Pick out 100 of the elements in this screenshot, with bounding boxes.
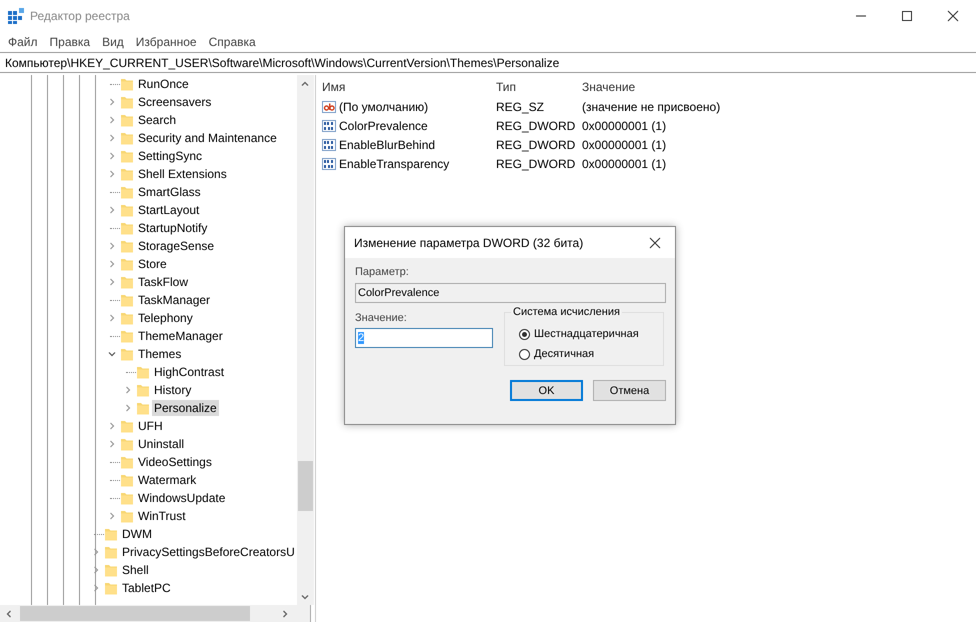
- expand-icon[interactable]: [108, 422, 116, 430]
- folder-icon: [136, 400, 150, 416]
- collapse-icon[interactable]: [108, 350, 116, 358]
- folder-icon: [120, 112, 134, 128]
- tree-item[interactable]: TaskManager: [136, 292, 212, 308]
- scroll-up-icon[interactable]: [301, 80, 310, 88]
- radio-label[interactable]: Десятичная: [534, 348, 594, 360]
- folder-icon: [136, 364, 150, 380]
- folder-icon: [120, 202, 134, 218]
- binary-value-icon: [322, 118, 336, 132]
- folder-icon: [120, 436, 134, 452]
- folder-icon: [104, 580, 118, 596]
- value-type: REG_DWORD: [496, 118, 576, 132]
- folder-icon: [120, 418, 134, 434]
- tree-item[interactable]: History: [152, 382, 194, 398]
- expand-icon[interactable]: [108, 314, 116, 322]
- value-data: 0x00000001 (1): [582, 138, 668, 152]
- horizontal-scrollbar[interactable]: [0, 605, 310, 622]
- menu-item[interactable]: Правка: [44, 35, 96, 49]
- dialog-title: Изменение параметра DWORD (32 бита): [354, 236, 584, 250]
- folder-icon: [120, 184, 134, 200]
- string-value-icon: [322, 100, 336, 114]
- scrollbar-thumb[interactable]: [20, 606, 250, 621]
- menu-item[interactable]: Файл: [2, 35, 44, 49]
- field-label: Параметр:: [355, 266, 410, 278]
- folder-icon: [120, 508, 134, 524]
- group-title: Система исчисления: [511, 306, 622, 318]
- folder-icon: [120, 310, 134, 326]
- close-icon: [947, 10, 959, 22]
- value-data: 0x00000001 (1): [582, 118, 668, 132]
- window-title: Редактор реестра: [30, 9, 131, 23]
- tree-item[interactable]: ThemeManager: [136, 328, 225, 344]
- folder-icon: [104, 562, 118, 578]
- value-data: (значение не присвоено): [582, 100, 722, 114]
- tree-item[interactable]: Security and Maintenance: [136, 130, 279, 146]
- menu-item[interactable]: Справка: [202, 35, 262, 49]
- folder-icon: [136, 382, 150, 398]
- field-label: Значение:: [355, 312, 408, 324]
- expand-icon[interactable]: [92, 584, 100, 592]
- expand-icon[interactable]: [108, 242, 116, 250]
- expand-icon[interactable]: [108, 116, 116, 124]
- expand-icon[interactable]: [108, 260, 116, 268]
- ok-button[interactable]: OK: [510, 380, 583, 401]
- folder-icon: [120, 274, 134, 290]
- folder-icon: [120, 256, 134, 272]
- maximize-icon: [901, 10, 913, 22]
- value-name[interactable]: ColorPrevalence: [339, 118, 428, 132]
- folder-icon: [120, 292, 134, 308]
- tree-item[interactable]: Telephony: [136, 310, 195, 326]
- expand-icon[interactable]: [108, 98, 116, 106]
- expand-icon[interactable]: [108, 152, 116, 160]
- menu-item[interactable]: Избранное: [130, 35, 203, 49]
- column-header[interactable]: Тип: [496, 80, 582, 94]
- value-type: REG_DWORD: [496, 156, 576, 170]
- expand-icon[interactable]: [92, 548, 100, 556]
- vertical-scrollbar[interactable]: [296, 75, 314, 605]
- menu-item[interactable]: Вид: [96, 35, 130, 49]
- radio-label[interactable]: Шестнадцатеричная: [534, 328, 639, 340]
- expand-icon[interactable]: [108, 206, 116, 214]
- value-data: 0x00000001 (1): [582, 156, 668, 170]
- expand-icon[interactable]: [108, 440, 116, 448]
- address-bar[interactable]: Компьютер\HKEY_CURRENT_USER\Software\Microsoft\Windows\CurrentVersion\Themes\Personalize: [0, 52, 976, 73]
- column-header[interactable]: Имя: [316, 80, 496, 94]
- expand-icon[interactable]: [124, 386, 132, 394]
- folder-icon: [104, 544, 118, 560]
- tree-item[interactable]: WindowsUpdate: [136, 490, 228, 506]
- value-type: REG_DWORD: [496, 138, 576, 152]
- cancel-button[interactable]: Отмена: [593, 380, 666, 401]
- expand-icon[interactable]: [108, 134, 116, 142]
- expand-icon[interactable]: [108, 278, 116, 286]
- tree-item[interactable]: VideoSettings: [136, 454, 214, 470]
- tree-item[interactable]: PrivacySettingsBeforeCreatorsU: [120, 544, 297, 560]
- radio-button[interactable]: [519, 348, 530, 360]
- tree-item[interactable]: Personalize: [152, 400, 219, 416]
- expand-icon[interactable]: [92, 566, 100, 574]
- folder-icon: [120, 490, 134, 506]
- folder-icon: [120, 346, 134, 362]
- folder-icon: [120, 94, 134, 110]
- value-name[interactable]: EnableBlurBehind: [339, 138, 436, 152]
- radio-button[interactable]: [519, 328, 530, 340]
- value-name[interactable]: (По умолчанию): [339, 100, 428, 114]
- scroll-down-icon[interactable]: [301, 592, 310, 600]
- tree-item[interactable]: StartupNotify: [136, 220, 210, 236]
- folder-icon: [120, 238, 134, 254]
- value-name[interactable]: EnableTransparency: [339, 156, 450, 170]
- folder-icon: [120, 328, 134, 344]
- expand-icon[interactable]: [124, 404, 132, 412]
- column-header[interactable]: Значение: [582, 80, 976, 94]
- binary-value-icon: [322, 138, 336, 152]
- tree-item[interactable]: SettingSync: [136, 148, 204, 164]
- folder-icon: [120, 166, 134, 182]
- scroll-right-icon[interactable]: [280, 610, 288, 618]
- tree-item[interactable]: HighContrast: [152, 364, 226, 380]
- folder-icon: [120, 76, 134, 92]
- name-field[interactable]: ColorPrevalence: [355, 283, 666, 303]
- scrollbar-thumb[interactable]: [298, 461, 313, 511]
- scroll-left-icon[interactable]: [4, 610, 12, 618]
- expand-icon[interactable]: [108, 512, 116, 520]
- expand-icon[interactable]: [108, 170, 116, 178]
- binary-value-icon: [322, 156, 336, 170]
